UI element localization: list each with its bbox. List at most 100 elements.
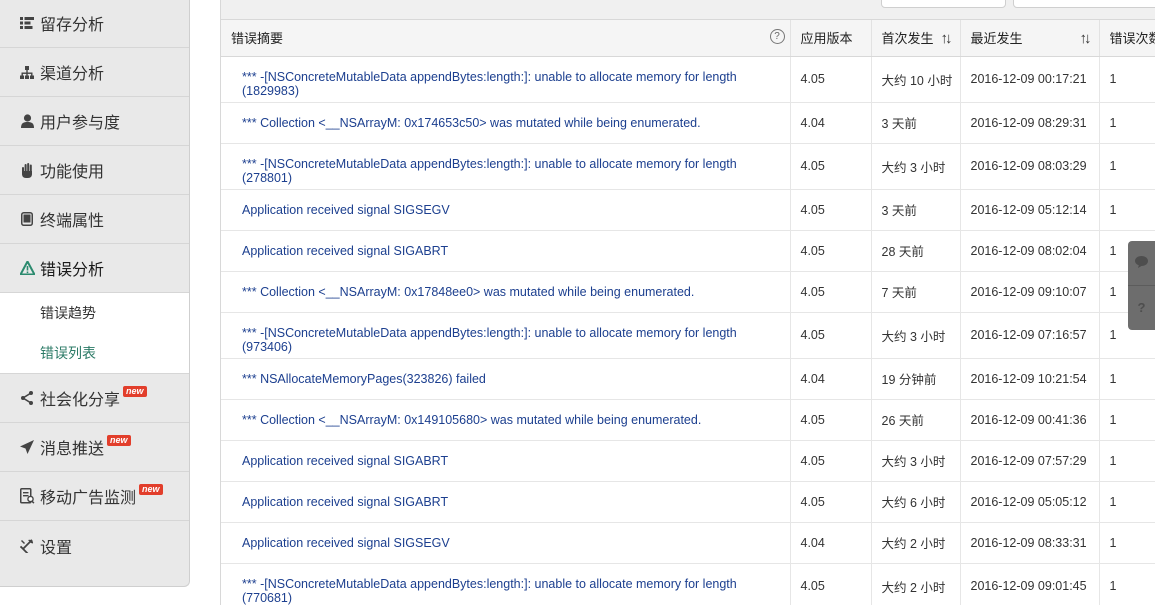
cell-first-occurrence-text: 7 天前 xyxy=(881,286,917,300)
error-summary-link-text[interactable]: Application received signal SIGABRT xyxy=(242,244,790,258)
cell-app-version: 4.04 xyxy=(790,358,872,400)
cell-error-count-text: 1 xyxy=(1109,243,1117,258)
error-summary-link-text[interactable]: *** Collection <__NSArrayM: 0x174653c50>… xyxy=(242,116,790,130)
feedback-button[interactable] xyxy=(1128,241,1155,285)
error-summary-link[interactable]: Application received signal SIGABRT xyxy=(221,440,791,482)
error-summary-link[interactable]: *** Collection <__NSArrayM: 0x149105680>… xyxy=(221,399,791,441)
table-row[interactable]: Application received signal SIGABRT 4.05 2… xyxy=(221,230,1155,272)
sidebar: 留存分析 渠道分析 用户参与度 功能使用 终端属性 错误分析 错误趋势 错误列表… xyxy=(0,0,190,587)
chat-bubble-icon xyxy=(1135,255,1148,271)
table-row[interactable]: *** -[NSConcreteMutableData appendBytes:… xyxy=(221,56,1155,103)
column-header-last-occurrence[interactable]: 最近发生 ↑↓ xyxy=(960,20,1100,57)
table-header-row: 错误摘要 ? 应用版本 首次发生 ↑↓ 最近发生 ↑↓ 错误次数 xyxy=(221,20,1155,57)
filter-control[interactable] xyxy=(1013,0,1155,8)
cell-first-occurrence-text: 3 天前 xyxy=(881,117,917,131)
error-summary-link[interactable]: *** -[NSConcreteMutableData appendBytes:… xyxy=(221,563,791,605)
cell-first-occurrence: 大约 10 小时 xyxy=(871,56,961,103)
error-summary-link[interactable]: *** -[NSConcreteMutableData appendBytes:… xyxy=(221,312,791,359)
table-row[interactable]: Application received signal SIGSEGV 4.05 3… xyxy=(221,189,1155,231)
cell-app-version-text: 4.05 xyxy=(800,412,825,427)
cell-app-version-text: 4.05 xyxy=(800,159,825,173)
error-summary-link-text[interactable]: *** -[NSConcreteMutableData appendBytes:… xyxy=(242,70,790,98)
table-row[interactable]: Application received signal SIGSEGV 4.04 大… xyxy=(221,522,1155,564)
table-row[interactable]: *** -[NSConcreteMutableData appendBytes:… xyxy=(221,143,1155,190)
cell-app-version: 4.05 xyxy=(790,312,872,359)
sidebar-item-retention[interactable]: 留存分析 xyxy=(0,0,189,48)
cell-error-count-text: 1 xyxy=(1109,72,1117,86)
cell-app-version: 4.05 xyxy=(790,271,872,313)
error-summary-link[interactable]: *** NSAllocateMemoryPages(323826) failed xyxy=(221,358,791,400)
error-summary-link-text[interactable]: Application received signal SIGABRT xyxy=(242,495,790,509)
new-badge: new xyxy=(107,434,131,446)
cell-first-occurrence-text: 大约 3 小时 xyxy=(881,329,946,344)
sort-icon[interactable]: ↑↓ xyxy=(1080,30,1092,47)
tablet-icon xyxy=(19,211,35,227)
sidebar-item-settings[interactable]: 设置 xyxy=(0,521,189,570)
sidebar-item-errors[interactable]: 错误分析 xyxy=(0,244,189,293)
errors-subnav: 错误趋势 错误列表 xyxy=(0,293,189,374)
cell-first-occurrence-text: 大约 3 小时 xyxy=(881,160,946,175)
cell-error-count-text: 1 xyxy=(1109,328,1117,342)
cell-last-occurrence-text: 2016-12-09 00:17:21 xyxy=(970,72,1087,86)
sort-icon[interactable]: ↑↓ xyxy=(941,30,953,47)
error-summary-link[interactable]: *** -[NSConcreteMutableData appendBytes:… xyxy=(221,143,791,190)
table-row[interactable]: *** -[NSConcreteMutableData appendBytes:… xyxy=(221,312,1155,359)
table-row[interactable]: *** Collection <__NSArrayM: 0x149105680>… xyxy=(221,399,1155,441)
error-summary-link[interactable]: Application received signal SIGSEGV xyxy=(221,189,791,231)
error-summary-link-text[interactable]: *** NSAllocateMemoryPages(323826) failed xyxy=(242,372,790,386)
error-summary-link[interactable]: Application received signal SIGABRT xyxy=(221,481,791,523)
column-header-first-occurrence[interactable]: 首次发生 ↑↓ xyxy=(871,20,961,57)
cell-last-occurrence-text: 2016-12-09 08:33:31 xyxy=(970,535,1087,550)
cell-error-count: 1 xyxy=(1099,358,1155,400)
help-icon[interactable]: ? xyxy=(769,29,785,44)
error-summary-link-text[interactable]: *** -[NSConcreteMutableData appendBytes:… xyxy=(242,157,790,185)
sidebar-item-channel[interactable]: 渠道分析 xyxy=(0,48,189,97)
error-summary-link-text[interactable]: Application received signal SIGSEGV xyxy=(242,536,790,550)
sidebar-item-ad-monitoring[interactable]: 移动广告监测 new xyxy=(0,472,189,521)
column-header-summary: 错误摘要 ? xyxy=(221,20,791,57)
cell-error-count: 1 xyxy=(1099,189,1155,231)
table-row[interactable]: *** -[NSConcreteMutableData appendBytes:… xyxy=(221,563,1155,605)
subnav-item-error-list[interactable]: 错误列表 xyxy=(0,333,189,373)
cell-app-version: 4.04 xyxy=(790,102,872,144)
table-row[interactable]: *** Collection <__NSArrayM: 0x174653c50>… xyxy=(221,102,1155,144)
cell-app-version: 4.05 xyxy=(790,143,872,190)
cell-error-count-text: 1 xyxy=(1109,535,1117,550)
sidebar-item-engagement[interactable]: 用户参与度 xyxy=(0,97,189,146)
cell-first-occurrence-text: 26 天前 xyxy=(881,414,924,428)
error-summary-link-text[interactable]: *** Collection <__NSArrayM: 0x149105680>… xyxy=(242,413,790,427)
error-summary-link[interactable]: *** Collection <__NSArrayM: 0x17848ee0> … xyxy=(221,271,791,313)
table-row[interactable]: Application received signal SIGABRT 4.05 大… xyxy=(221,481,1155,523)
sidebar-item-device[interactable]: 终端属性 xyxy=(0,195,189,244)
error-summary-link[interactable]: Application received signal SIGSEGV xyxy=(221,522,791,564)
column-header-version: 应用版本 xyxy=(790,20,872,57)
help-button[interactable]: ? xyxy=(1128,285,1155,329)
sidebar-item-social-share[interactable]: 社会化分享 new xyxy=(0,374,189,423)
table-row[interactable]: *** Collection <__NSArrayM: 0x17848ee0> … xyxy=(221,271,1155,313)
error-summary-link-text[interactable]: Application received signal SIGSEGV xyxy=(242,203,790,217)
cell-app-version-text: 4.05 xyxy=(800,328,825,342)
help-label: ? xyxy=(1137,300,1146,315)
table-row[interactable]: Application received signal SIGABRT 4.05 大… xyxy=(221,440,1155,482)
subnav-item-error-trend[interactable]: 错误趋势 xyxy=(0,293,189,333)
cell-first-occurrence-text: 大约 2 小时 xyxy=(881,580,946,595)
column-header-count: 错误次数 xyxy=(1099,20,1155,57)
cell-last-occurrence: 2016-12-09 09:10:07 xyxy=(960,271,1100,313)
filter-control[interactable] xyxy=(881,0,1006,8)
subnav-item-label: 错误趋势 xyxy=(40,305,96,321)
error-summary-link-text[interactable]: *** -[NSConcreteMutableData appendBytes:… xyxy=(242,577,790,605)
table-row[interactable]: *** NSAllocateMemoryPages(323826) failed… xyxy=(221,358,1155,400)
cell-app-version-text: 4.04 xyxy=(800,115,825,130)
cell-app-version-text: 4.05 xyxy=(800,243,825,258)
error-summary-link[interactable]: *** Collection <__NSArrayM: 0x174653c50>… xyxy=(221,102,791,144)
cell-app-version: 4.05 xyxy=(790,230,872,272)
sidebar-item-label: 错误分析 xyxy=(40,262,105,279)
error-summary-link-text[interactable]: *** Collection <__NSArrayM: 0x17848ee0> … xyxy=(242,285,790,299)
error-summary-link-text[interactable]: Application received signal SIGABRT xyxy=(242,454,790,468)
error-summary-link-text[interactable]: *** -[NSConcreteMutableData appendBytes:… xyxy=(242,326,790,354)
header-label: 应用版本 xyxy=(800,31,853,47)
sidebar-item-push[interactable]: 消息推送 new xyxy=(0,423,189,472)
sidebar-item-feature-usage[interactable]: 功能使用 xyxy=(0,146,189,195)
error-summary-link[interactable]: *** -[NSConcreteMutableData appendBytes:… xyxy=(221,56,791,103)
error-summary-link[interactable]: Application received signal SIGABRT xyxy=(221,230,791,272)
